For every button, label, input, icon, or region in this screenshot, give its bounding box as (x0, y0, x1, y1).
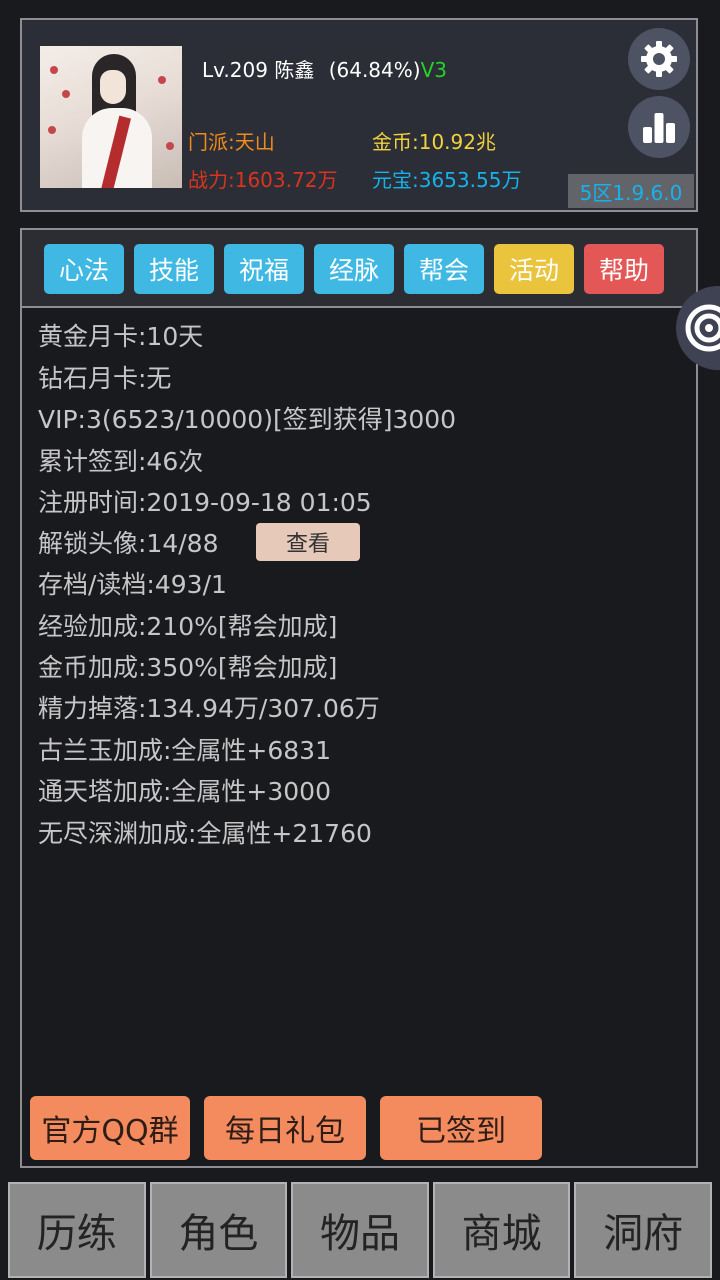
tab-skills[interactable]: 技能 (134, 244, 214, 294)
player-name: 陈鑫 (274, 58, 315, 82)
tab-guild[interactable]: 帮会 (404, 244, 484, 294)
tab-meridians[interactable]: 经脉 (314, 244, 394, 294)
player-level: Lv.209 (202, 58, 268, 82)
player-gold: 金币:10.92兆 (372, 130, 496, 154)
info-exp-bonus: 经验加成:210%[帮会加成] (38, 612, 338, 641)
info-register-time: 注册时间:2019-09-18 01:05 (38, 488, 372, 517)
tab-bar: 心法 技能 祝福 经脉 帮会 活动 帮助 (22, 230, 696, 308)
tab-blessing[interactable]: 祝福 (224, 244, 304, 294)
server-version: 5区1.9.6.0 (568, 174, 694, 208)
info-tower-bonus: 通天塔加成:全属性+3000 (38, 777, 331, 806)
nav-items[interactable]: 物品 (291, 1182, 429, 1278)
gear-icon (641, 41, 677, 77)
tab-help[interactable]: 帮助 (584, 244, 664, 294)
nav-cave[interactable]: 洞府 (574, 1182, 712, 1278)
nav-character[interactable]: 角色 (149, 1182, 288, 1278)
main-panel: 心法 技能 祝福 经脉 帮会 活动 帮助 黄金月卡:10天 钻石月卡:无 VIP… (20, 228, 698, 1168)
tab-xinfa[interactable]: 心法 (44, 244, 124, 294)
player-sect: 门派:天山 (188, 130, 275, 154)
info-gold-card: 黄金月卡:10天 (38, 322, 204, 351)
nav-training[interactable]: 历练 (8, 1182, 146, 1278)
qq-group-button[interactable]: 官方QQ群 (30, 1096, 190, 1160)
level-line: Lv.209 陈鑫 (64.84%)V3 (202, 54, 447, 83)
spiral-icon (685, 304, 720, 352)
info-diamond-card: 钻石月卡:无 (38, 364, 172, 393)
player-power: 战力:1603.72万 (188, 168, 338, 192)
info-vip: VIP:3(6523/10000)[签到获得]3000 (38, 405, 457, 434)
info-save-load: 存档/读档:493/1 (38, 570, 227, 599)
tab-events[interactable]: 活动 (494, 244, 574, 294)
signed-in-button[interactable]: 已签到 (380, 1096, 542, 1160)
info-gulanyu-bonus: 古兰玉加成:全属性+6831 (38, 736, 331, 765)
info-gold-bonus: 金币加成:350%[帮会加成] (38, 653, 338, 682)
settings-button[interactable] (628, 28, 690, 90)
player-header: Lv.209 陈鑫 (64.84%)V3 门派:天山 金币:10.92兆 战力:… (20, 18, 698, 212)
info-avatars-unlocked: 解锁头像:14/88 (38, 529, 219, 558)
player-avatar[interactable] (40, 46, 182, 188)
info-energy-drop: 精力掉落:134.94万/307.06万 (38, 694, 380, 723)
daily-gift-button[interactable]: 每日礼包 (204, 1096, 366, 1160)
nav-shop[interactable]: 商城 (432, 1182, 571, 1278)
bar-chart-icon (643, 113, 675, 143)
vip-tag: V3 (420, 58, 447, 82)
ranking-button[interactable] (628, 96, 690, 158)
info-abyss-bonus: 无尽深渊加成:全属性+21760 (38, 819, 372, 848)
info-signin-count: 累计签到:46次 (38, 447, 204, 476)
bottom-nav: 历练 角色 物品 商城 洞府 (8, 1182, 712, 1278)
view-avatars-button[interactable]: 查看 (256, 523, 360, 561)
player-yuanbao: 元宝:3653.55万 (372, 168, 522, 192)
exp-percent: (64.84%) (328, 58, 421, 82)
